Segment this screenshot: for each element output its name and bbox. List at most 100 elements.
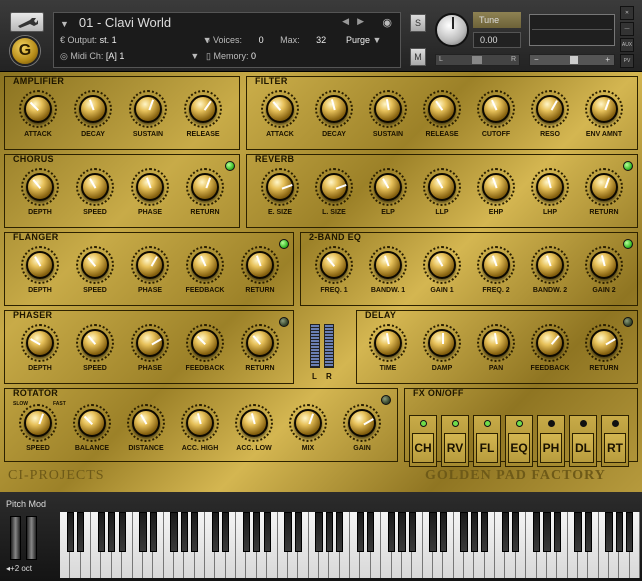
fx-button-fl[interactable]: FL <box>473 415 501 467</box>
black-key[interactable] <box>325 512 333 552</box>
black-key[interactable] <box>574 512 582 552</box>
knob-cap[interactable] <box>374 95 402 123</box>
knob-cap[interactable] <box>428 329 456 357</box>
knob-cap[interactable] <box>536 95 564 123</box>
knob-cap[interactable] <box>240 409 268 437</box>
amplifier-knob-release[interactable]: RELEASE <box>170 87 236 147</box>
midi-row[interactable]: ◎ Midi Ch: [A] 1 ▼ <box>60 51 199 62</box>
black-key[interactable] <box>284 512 292 552</box>
black-key[interactable] <box>501 512 510 552</box>
fx-button-ch[interactable]: CH <box>409 415 437 467</box>
knob-cap[interactable] <box>24 95 52 123</box>
knob-cap[interactable] <box>428 95 456 123</box>
fx-button-eq[interactable]: EQ <box>505 415 533 467</box>
volume-slider[interactable]: − + <box>529 54 615 66</box>
preset-nav-arrows-icon[interactable]: ◀▶ <box>342 16 372 27</box>
black-key[interactable] <box>584 512 592 552</box>
knob-cap[interactable] <box>81 329 109 357</box>
black-key[interactable] <box>367 512 375 552</box>
knob-cap[interactable] <box>136 329 164 357</box>
knob-cap[interactable] <box>482 95 510 123</box>
instrument-name[interactable]: ▼ 01 - Clavi World <box>60 15 171 30</box>
knob-cap[interactable] <box>266 95 294 123</box>
fx-key[interactable]: PH <box>540 433 562 463</box>
black-key[interactable] <box>398 512 406 552</box>
knob-cap[interactable] <box>482 173 510 201</box>
knob-cap[interactable] <box>191 329 219 357</box>
black-key[interactable] <box>605 512 613 552</box>
knob-cap[interactable] <box>246 251 274 279</box>
purge-dropdown[interactable]: Purge ▼ <box>346 35 381 45</box>
knob-cap[interactable] <box>246 329 274 357</box>
knob-cap[interactable] <box>81 173 109 201</box>
black-key[interactable] <box>470 512 479 552</box>
knob-cap[interactable] <box>320 95 348 123</box>
knob-cap[interactable] <box>374 251 402 279</box>
fx-key[interactable]: DL <box>572 433 594 463</box>
black-key[interactable] <box>211 512 220 552</box>
knob-cap[interactable] <box>428 251 456 279</box>
knob-cap[interactable] <box>590 251 618 279</box>
knob-cap[interactable] <box>78 409 106 437</box>
black-key[interactable] <box>543 512 551 552</box>
fx-key[interactable]: FL <box>476 433 498 463</box>
output-row[interactable]: € Output: st. 1 ▼ <box>60 35 212 45</box>
knob-cap[interactable] <box>26 251 54 279</box>
black-key[interactable] <box>180 512 188 552</box>
knob-cap[interactable] <box>191 173 219 201</box>
black-key[interactable] <box>294 512 302 552</box>
knob-cap[interactable] <box>189 95 217 123</box>
knob-cap[interactable] <box>24 409 52 437</box>
black-key[interactable] <box>242 512 251 552</box>
collapse-triangle-icon[interactable]: ▼ <box>60 19 69 29</box>
black-key[interactable] <box>97 512 106 552</box>
black-key[interactable] <box>553 512 561 552</box>
black-key[interactable] <box>439 512 447 552</box>
black-key[interactable] <box>626 512 634 552</box>
black-key[interactable] <box>253 512 261 552</box>
fx-button-dl[interactable]: DL <box>569 415 597 467</box>
knob-cap[interactable] <box>132 409 160 437</box>
fx-button-ph[interactable]: PH <box>537 415 565 467</box>
mute-button[interactable]: M <box>410 48 426 66</box>
pan-slider[interactable]: L R <box>435 54 520 66</box>
black-key[interactable] <box>615 512 624 552</box>
mod-wheel[interactable] <box>26 516 37 560</box>
knob-cap[interactable] <box>536 329 564 357</box>
tune-knob[interactable] <box>435 13 469 47</box>
fx-button-rv[interactable]: RV <box>441 415 469 467</box>
chorus-knob-return[interactable]: RETURN <box>172 165 238 225</box>
black-key[interactable] <box>460 512 468 552</box>
black-key[interactable] <box>139 512 147 552</box>
fx-key[interactable]: RT <box>604 433 626 463</box>
flanger-knob-return[interactable]: RETURN <box>227 243 293 303</box>
piano-keyboard[interactable] <box>60 512 640 578</box>
volume-handle[interactable] <box>570 56 578 64</box>
wrench-icon[interactable] <box>10 12 44 32</box>
aux-button[interactable]: AUX <box>620 38 634 52</box>
knob-cap[interactable] <box>294 409 322 437</box>
pv-button[interactable]: PV <box>620 54 634 68</box>
black-key[interactable] <box>222 512 230 552</box>
knob-cap[interactable] <box>186 409 214 437</box>
knob-cap[interactable] <box>374 173 402 201</box>
max-value[interactable]: 32 <box>316 35 326 45</box>
knob-cap[interactable] <box>266 173 294 201</box>
knob-cap[interactable] <box>536 251 564 279</box>
knob-cap[interactable] <box>590 95 618 123</box>
knob-cap[interactable] <box>136 173 164 201</box>
black-key[interactable] <box>108 512 116 552</box>
midi-dropdown-icon[interactable]: ▼ <box>190 51 199 61</box>
black-key[interactable] <box>481 512 489 552</box>
black-key[interactable] <box>77 512 85 552</box>
solo-button[interactable]: S <box>410 14 426 32</box>
black-key[interactable] <box>356 512 365 552</box>
black-key[interactable] <box>149 512 157 552</box>
knob-cap[interactable] <box>134 95 162 123</box>
black-key[interactable] <box>170 512 178 552</box>
rotator-knob-gain[interactable]: GAIN <box>329 401 395 461</box>
eq-knob-gain-2[interactable]: GAIN 2 <box>571 243 637 303</box>
fx-key[interactable]: EQ <box>508 433 530 463</box>
black-key[interactable] <box>263 512 271 552</box>
black-key[interactable] <box>512 512 520 552</box>
